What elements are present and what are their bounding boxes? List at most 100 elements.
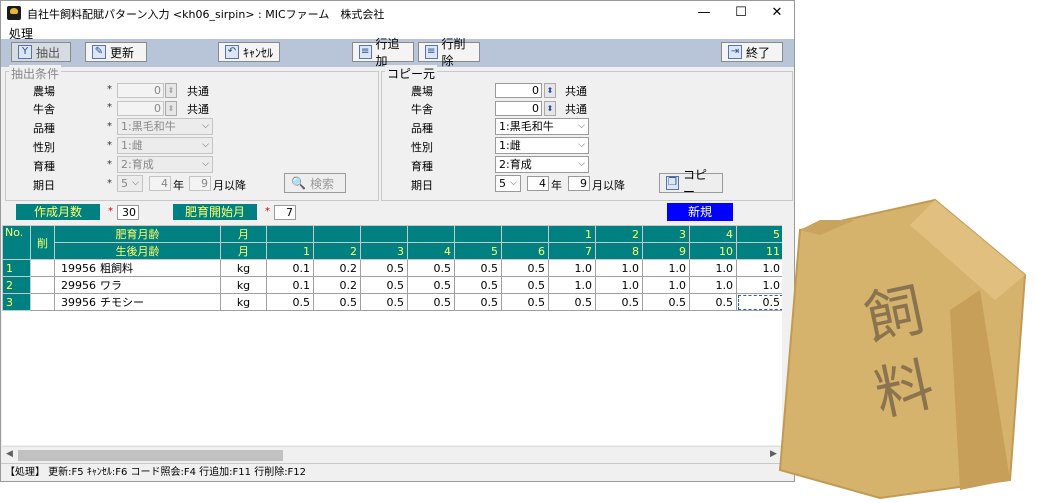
amount-cell[interactable]: 0.5: [642, 293, 690, 311]
copy-farm-lookup-icon[interactable]: ⬍: [544, 83, 556, 98]
funnel-icon: Y: [18, 45, 32, 59]
amount-cell[interactable]: 1.0: [595, 276, 643, 294]
amount-cell[interactable]: 0.5: [548, 293, 596, 311]
copy-button[interactable]: ❐ コピー: [659, 168, 723, 199]
amount-cell[interactable]: 1.0: [642, 259, 690, 277]
amount-cell[interactable]: 0.5: [407, 276, 455, 294]
extract-sex-select[interactable]: 1:雌 ⌵: [117, 137, 213, 154]
feed-name-cell[interactable]: 19956 粗飼料: [54, 259, 221, 277]
amount-cell[interactable]: 0.1: [266, 276, 314, 294]
required-mark: *: [108, 206, 113, 217]
close-button[interactable]: ✕: [759, 1, 794, 25]
row-delete-cell[interactable]: [30, 259, 55, 277]
amount-cell[interactable]: 0.5: [501, 259, 549, 277]
amount-cell[interactable]: 1.0: [548, 259, 596, 277]
amount-cell[interactable]: 1.0: [642, 276, 690, 294]
extract-date-year-input[interactable]: 4: [149, 176, 171, 191]
table-row[interactable]: 2 29956 ワラ kg 0.1 0.2 0.5 0.5 0.5 0.5 1.0 1.0 1.0 1.0…: [2, 276, 784, 294]
amount-cell[interactable]: 0.5: [407, 293, 455, 311]
copy-barn-lookup-icon[interactable]: ⬍: [544, 101, 556, 116]
amount-cell[interactable]: 0.5: [313, 293, 361, 311]
amount-cell[interactable]: 1.0: [595, 259, 643, 277]
birth-age-col-1: 1: [266, 242, 314, 260]
amount-cell[interactable]: 1.0: [689, 276, 737, 294]
copy-sex-select[interactable]: 1:雌 ⌵: [495, 137, 589, 154]
amount-cell[interactable]: 0.1: [266, 259, 314, 277]
scroll-thumb[interactable]: [18, 450, 283, 461]
extract-barn-lookup-icon[interactable]: ⬍: [165, 101, 177, 116]
extract-farm-input[interactable]: 0: [117, 83, 164, 98]
copy-month-suffix: 月以降: [592, 179, 625, 192]
amount-cell[interactable]: 0.5: [454, 259, 502, 277]
amount-cell[interactable]: 0.5: [266, 293, 314, 311]
update-label: 更新: [110, 45, 135, 60]
amount-cell[interactable]: 0.5: [501, 276, 549, 294]
toolbar: Y 抽出 ✎ 更新 ↶ ｷｬﾝｾﾙ ≡ 行追加 ≡ 行削除 ⇥ 終了: [1, 37, 794, 68]
extract-breed-select[interactable]: 1:黒毛和牛 ⌵: [117, 118, 213, 135]
minimize-button[interactable]: —: [686, 1, 722, 25]
extract-farm-label: 農場: [33, 85, 55, 98]
amount-cell[interactable]: 0.5: [689, 293, 737, 311]
amount-cell[interactable]: 0.5: [501, 293, 549, 311]
amount-cell[interactable]: 0.5: [595, 293, 643, 311]
copy-date-year-input[interactable]: 4: [527, 176, 549, 191]
amount-cell[interactable]: 0.5: [360, 276, 408, 294]
extract-conditions-title: 抽出条件: [9, 65, 62, 82]
maximize-button[interactable]: ☐: [723, 1, 759, 25]
copy-year-unit: 年: [551, 179, 562, 192]
chevron-down-icon: ⌵: [202, 140, 209, 150]
feed-pattern-grid: No. 削 肥育月齢 月 12345 生後月齢 月 1 2 3 4 5 6 7 8 9 10 11 …: [2, 225, 794, 445]
scroll-left-icon[interactable]: ◀: [6, 449, 13, 459]
copy-button-label: コピー: [683, 168, 708, 199]
copy-farm-input[interactable]: 0: [495, 83, 542, 98]
copy-barn-input[interactable]: 0: [495, 101, 542, 116]
amount-cell[interactable]: 0.5: [454, 276, 502, 294]
feed-name-cell[interactable]: 39956 チモシー: [54, 293, 221, 311]
search-button[interactable]: 🔍 検索: [284, 173, 346, 193]
amount-cell[interactable]: 0.5: [360, 293, 408, 311]
exit-button[interactable]: ⇥ 終了: [721, 42, 783, 62]
amount-cell[interactable]: 0.5: [360, 259, 408, 277]
copy-date-day-select[interactable]: 5 ⌵: [495, 175, 521, 192]
search-icon: 🔍: [291, 176, 306, 190]
amount-cell[interactable]: 1.0: [548, 276, 596, 294]
new-button[interactable]: 新規: [667, 203, 733, 221]
copy-raising-select[interactable]: 2:育成 ⌵: [495, 156, 589, 173]
feed-code: 19956: [61, 262, 96, 275]
fattening-start-input[interactable]: 7: [274, 205, 296, 220]
chevron-down-icon: ⌵: [578, 121, 585, 131]
update-button[interactable]: ✎ 更新: [85, 42, 147, 62]
row-delete-cell[interactable]: [30, 293, 55, 311]
birth-age-col-2: 2: [313, 242, 361, 260]
cancel-button[interactable]: ↶ ｷｬﾝｾﾙ: [218, 42, 280, 62]
extract-farm-lookup-icon[interactable]: ⬍: [165, 83, 177, 98]
feed-name-cell[interactable]: 29956 ワラ: [54, 276, 221, 294]
extract-barn-input[interactable]: 0: [117, 101, 164, 116]
add-row-button[interactable]: ≡ 行追加: [352, 37, 414, 68]
extract-date-month-input[interactable]: 9: [189, 176, 211, 191]
table-row[interactable]: 3 39956 チモシー kg 0.5 0.5 0.5 0.5 0.5 0.5 0.5 0.5 0.5 0…: [2, 293, 784, 311]
delete-row-icon: ≡: [425, 45, 438, 59]
extract-raising-select[interactable]: 2:育成 ⌵: [117, 156, 213, 173]
amount-cell[interactable]: 1.0: [689, 259, 737, 277]
copy-date-month-input[interactable]: 9: [568, 176, 590, 191]
delete-row-button[interactable]: ≡ 行削除: [418, 37, 480, 68]
months-input[interactable]: 30: [117, 205, 139, 220]
fattening-age-col-3: [360, 225, 408, 243]
amount-cell[interactable]: 0.2: [313, 259, 361, 277]
exit-icon: ⇥: [728, 45, 742, 59]
extract-date-day-select[interactable]: 5 ⌵: [117, 175, 143, 192]
amount-cell[interactable]: 0.2: [313, 276, 361, 294]
table-row[interactable]: 1 19956 粗飼料 kg 0.1 0.2 0.5 0.5 0.5 0.5 1.0 1.0 1.0 1.…: [2, 259, 784, 277]
required-mark: *: [107, 140, 112, 151]
row-delete-cell[interactable]: [30, 276, 55, 294]
copy-icon: ❐: [666, 176, 679, 190]
feed-unit: kg: [220, 276, 267, 294]
feed-name: チモシー: [100, 296, 144, 309]
copy-breed-select[interactable]: 1:黒毛和牛 ⌵: [495, 118, 589, 135]
amount-cell[interactable]: 0.5: [407, 259, 455, 277]
copy-farm-label: 農場: [411, 85, 433, 98]
extract-button[interactable]: Y 抽出: [11, 42, 71, 62]
horizontal-scrollbar[interactable]: ◀ ▶: [2, 446, 794, 464]
amount-cell[interactable]: 0.5: [454, 293, 502, 311]
